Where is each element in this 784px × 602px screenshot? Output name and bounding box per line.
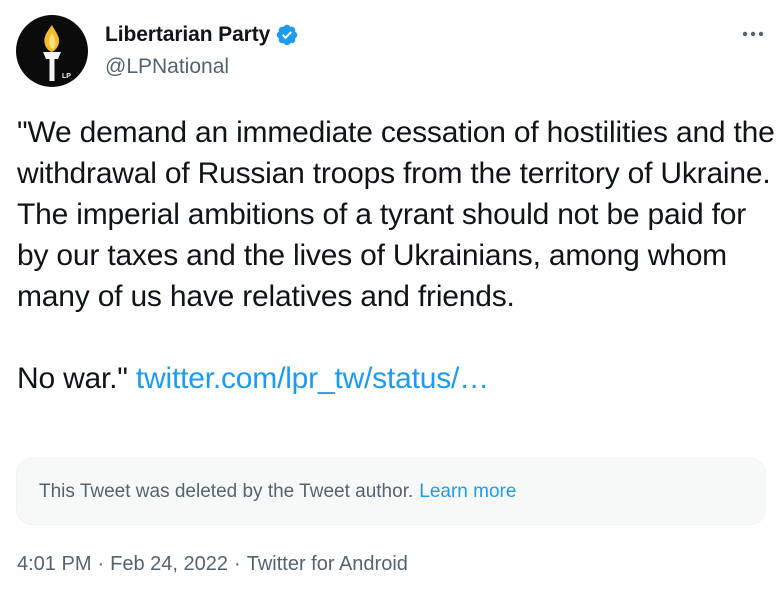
- tweet-link[interactable]: twitter.com/lpr_tw/status/…: [136, 362, 489, 395]
- tweet-paragraph-1: "We demand an immediate cessation of hos…: [17, 116, 775, 313]
- tweet-card: LP Libertarian Party @LPNational "We dem…: [0, 0, 784, 602]
- tweet-paragraph-2: No war." twitter.com/lpr_tw/status/…: [17, 358, 777, 399]
- tweet-metadata: 4:01 PM · Feb 24, 2022 · Twitter for And…: [17, 553, 408, 576]
- meta-separator: ·: [234, 553, 241, 575]
- avatar-logo-text: LP: [62, 73, 71, 80]
- verified-badge-icon: [275, 23, 299, 47]
- tweet-text: "We demand an immediate cessation of hos…: [17, 112, 777, 399]
- avatar[interactable]: LP: [16, 15, 88, 87]
- tweet-time[interactable]: 4:01 PM: [17, 553, 91, 576]
- tweet-date[interactable]: Feb 24, 2022: [110, 553, 228, 576]
- meta-separator: ·: [97, 553, 105, 575]
- deleted-quote-box: This Tweet was deleted by the Tweet auth…: [16, 458, 766, 525]
- torch-logo-icon: LP: [43, 25, 71, 81]
- deleted-quote-text: This Tweet was deleted by the Tweet auth…: [39, 480, 414, 502]
- more-options-button[interactable]: [738, 22, 768, 46]
- tweet-source[interactable]: Twitter for Android: [247, 553, 408, 576]
- author-name-row[interactable]: Libertarian Party: [105, 23, 299, 47]
- learn-more-link[interactable]: Learn more: [419, 481, 516, 503]
- display-name[interactable]: Libertarian Party: [105, 23, 270, 47]
- more-dots-icon: [742, 31, 764, 37]
- author-handle[interactable]: @LPNational: [105, 55, 229, 79]
- tweet-closing-text: No war.": [17, 362, 128, 395]
